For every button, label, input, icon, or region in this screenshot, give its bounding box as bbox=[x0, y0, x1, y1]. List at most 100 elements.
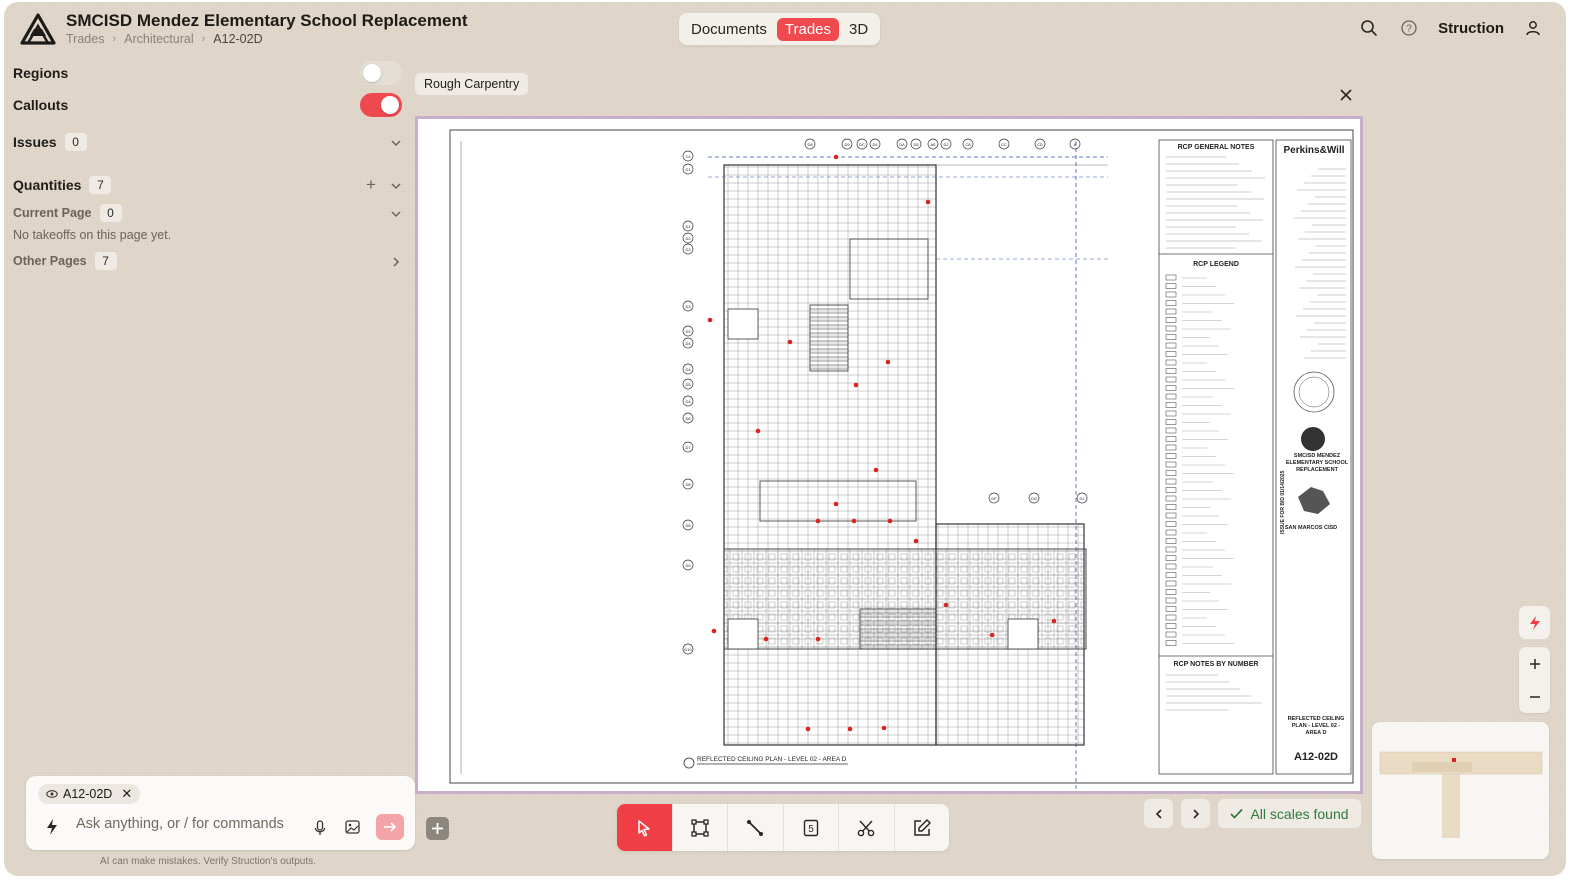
chevron-down-icon[interactable] bbox=[389, 179, 403, 193]
select-tool-button[interactable] bbox=[617, 804, 673, 851]
chat-input[interactable] bbox=[76, 816, 311, 832]
microphone-icon[interactable] bbox=[314, 820, 326, 836]
add-button[interactable] bbox=[426, 817, 449, 840]
minimap[interactable] bbox=[1372, 722, 1549, 859]
tab-trades[interactable]: Trades bbox=[776, 17, 840, 41]
search-icon[interactable] bbox=[1358, 17, 1380, 39]
callouts-label: Callouts bbox=[13, 97, 69, 113]
header-actions: ? Struction bbox=[1358, 17, 1544, 39]
grid-bubble-label: DJ bbox=[1080, 496, 1085, 501]
area-tool-button[interactable] bbox=[673, 804, 728, 851]
grid-bubble-label: C8 bbox=[965, 142, 971, 147]
breadcrumb-trades[interactable]: Trades bbox=[66, 32, 104, 46]
app-window: SMCISD Mendez Elementary School Replacem… bbox=[4, 2, 1566, 876]
grid-bubble-label: D4 bbox=[685, 367, 691, 372]
sparkle-icon bbox=[1529, 615, 1540, 630]
edit-icon bbox=[914, 818, 931, 836]
cursor-icon bbox=[638, 819, 650, 837]
grid-bubble-label: D9 bbox=[685, 563, 691, 568]
issues-count-badge: 0 bbox=[64, 133, 87, 151]
project-block-line-1: SMCISD MENDEZ bbox=[1294, 453, 1341, 459]
other-pages-header[interactable]: Other Pages 7 bbox=[13, 252, 117, 270]
image-upload-icon[interactable] bbox=[345, 820, 360, 834]
zoom-out-button[interactable] bbox=[1519, 680, 1550, 713]
scales-status[interactable]: All scales found bbox=[1218, 799, 1361, 828]
project-block-line-3: REPLACEMENT bbox=[1296, 467, 1339, 473]
arrow-right-icon bbox=[384, 822, 397, 832]
breadcrumb-architectural[interactable]: Architectural bbox=[124, 32, 193, 46]
add-quantity-icon[interactable]: + bbox=[366, 175, 376, 195]
grid-bubble-label: D2 bbox=[943, 142, 949, 147]
grid-bubble-label: A bbox=[1074, 142, 1077, 147]
count-tool-button[interactable]: 5 bbox=[784, 804, 839, 851]
close-icon[interactable]: ✕ bbox=[121, 786, 132, 802]
tab-documents[interactable]: Documents bbox=[683, 18, 775, 41]
ai-assist-button[interactable] bbox=[1519, 606, 1550, 639]
send-button[interactable] bbox=[376, 814, 404, 840]
grid-bubble-label: D2 bbox=[685, 247, 691, 252]
current-page-header[interactable]: Current Page 0 bbox=[13, 204, 122, 222]
context-chip-label: A12-02D bbox=[63, 787, 113, 801]
chevron-down-icon[interactable] bbox=[389, 207, 403, 221]
chevron-down-icon[interactable] bbox=[389, 136, 403, 150]
context-chip[interactable]: A12-02D ✕ bbox=[38, 784, 141, 804]
svg-text:?: ? bbox=[1406, 24, 1412, 35]
next-page-button[interactable] bbox=[1181, 799, 1210, 828]
architect-name: Perkins&Will bbox=[1283, 145, 1344, 156]
help-icon[interactable]: ? bbox=[1398, 17, 1420, 39]
grid-bubble-label: D4 bbox=[685, 341, 691, 346]
sheet-title-line-1: REFLECTED CEILING bbox=[1288, 716, 1345, 722]
ai-chat-panel: A12-02D ✕ bbox=[26, 776, 415, 850]
grid-bubble-label: D4 bbox=[872, 142, 878, 147]
line-tool-button[interactable] bbox=[728, 804, 784, 851]
grid-bubble-label: DC bbox=[859, 142, 865, 147]
polygon-area-icon bbox=[691, 818, 709, 837]
brand-name: Struction bbox=[1438, 19, 1504, 37]
grid-bubble-label: D7 bbox=[685, 445, 691, 450]
zoom-in-button[interactable] bbox=[1519, 647, 1550, 680]
ai-disclaimer: AI can make mistakes. Verify Struction's… bbox=[100, 856, 316, 867]
line-measure-icon bbox=[747, 819, 764, 836]
tab-3d[interactable]: 3D bbox=[841, 18, 876, 41]
trade-tag: Rough Carpentry bbox=[415, 73, 529, 95]
grid-bubble-label: D3 bbox=[685, 304, 691, 309]
mascot-logo bbox=[1301, 427, 1325, 451]
chevron-left-icon bbox=[1155, 808, 1162, 819]
grid-bubble-label: C4 bbox=[685, 154, 691, 159]
chevron-right-icon[interactable] bbox=[389, 255, 403, 269]
edit-tool-button[interactable] bbox=[895, 804, 950, 851]
minimap-canvas bbox=[1379, 751, 1543, 838]
grid-bubble-label: CC bbox=[1001, 142, 1007, 147]
regions-toggle[interactable] bbox=[360, 61, 402, 85]
issues-header[interactable]: Issues 0 bbox=[13, 133, 87, 151]
grid-bubble-label: D10 bbox=[684, 647, 692, 652]
quantities-header[interactable]: Quantities 7 bbox=[13, 176, 112, 194]
drawing-canvas[interactable]: RCP GENERAL NOTES RCP LEGEND RCP NOTES B… bbox=[418, 119, 1360, 791]
drawing-toolbar: 5 bbox=[617, 804, 949, 851]
empty-takeoffs-message: No takeoffs on this page yet. bbox=[13, 228, 172, 242]
grid-bubble-label: D3 bbox=[685, 329, 691, 334]
sheet-title-line-3: AREA D bbox=[1306, 730, 1327, 736]
grid-bubble-label: D6 bbox=[685, 416, 691, 421]
grid-bubble-label: D1 bbox=[685, 224, 691, 229]
project-title: SMCISD Mendez Elementary School Replacem… bbox=[66, 11, 468, 30]
svg-text:5: 5 bbox=[808, 824, 814, 835]
grid-bubble-label: DA bbox=[899, 142, 905, 147]
callouts-toggle[interactable] bbox=[360, 93, 402, 117]
issue-stamp: ISSUE FOR BID 01/14/2025 bbox=[1280, 470, 1286, 534]
struction-logo-icon[interactable] bbox=[20, 12, 56, 46]
project-block-line-2: ELEMENTARY SCHOOL bbox=[1286, 460, 1349, 466]
drawing-sheet[interactable]: RCP GENERAL NOTES RCP LEGEND RCP NOTES B… bbox=[415, 116, 1363, 794]
close-viewer-icon[interactable] bbox=[1338, 87, 1354, 103]
breadcrumb: Trades › Architectural › A12-02D bbox=[66, 32, 263, 46]
plus-icon bbox=[432, 823, 443, 834]
user-icon[interactable] bbox=[1522, 17, 1544, 39]
sparkle-icon bbox=[47, 819, 57, 835]
cut-tool-button[interactable] bbox=[839, 804, 895, 851]
architect-seal bbox=[1293, 371, 1335, 413]
rcp-legend-title: RCP LEGEND bbox=[1193, 261, 1239, 268]
grid-bubble-label: D2 bbox=[685, 236, 691, 241]
rcp-notes-by-number-title: RCP NOTES BY NUMBER bbox=[1174, 661, 1259, 668]
prev-page-button[interactable] bbox=[1144, 799, 1173, 828]
scales-status-label: All scales found bbox=[1250, 805, 1349, 822]
